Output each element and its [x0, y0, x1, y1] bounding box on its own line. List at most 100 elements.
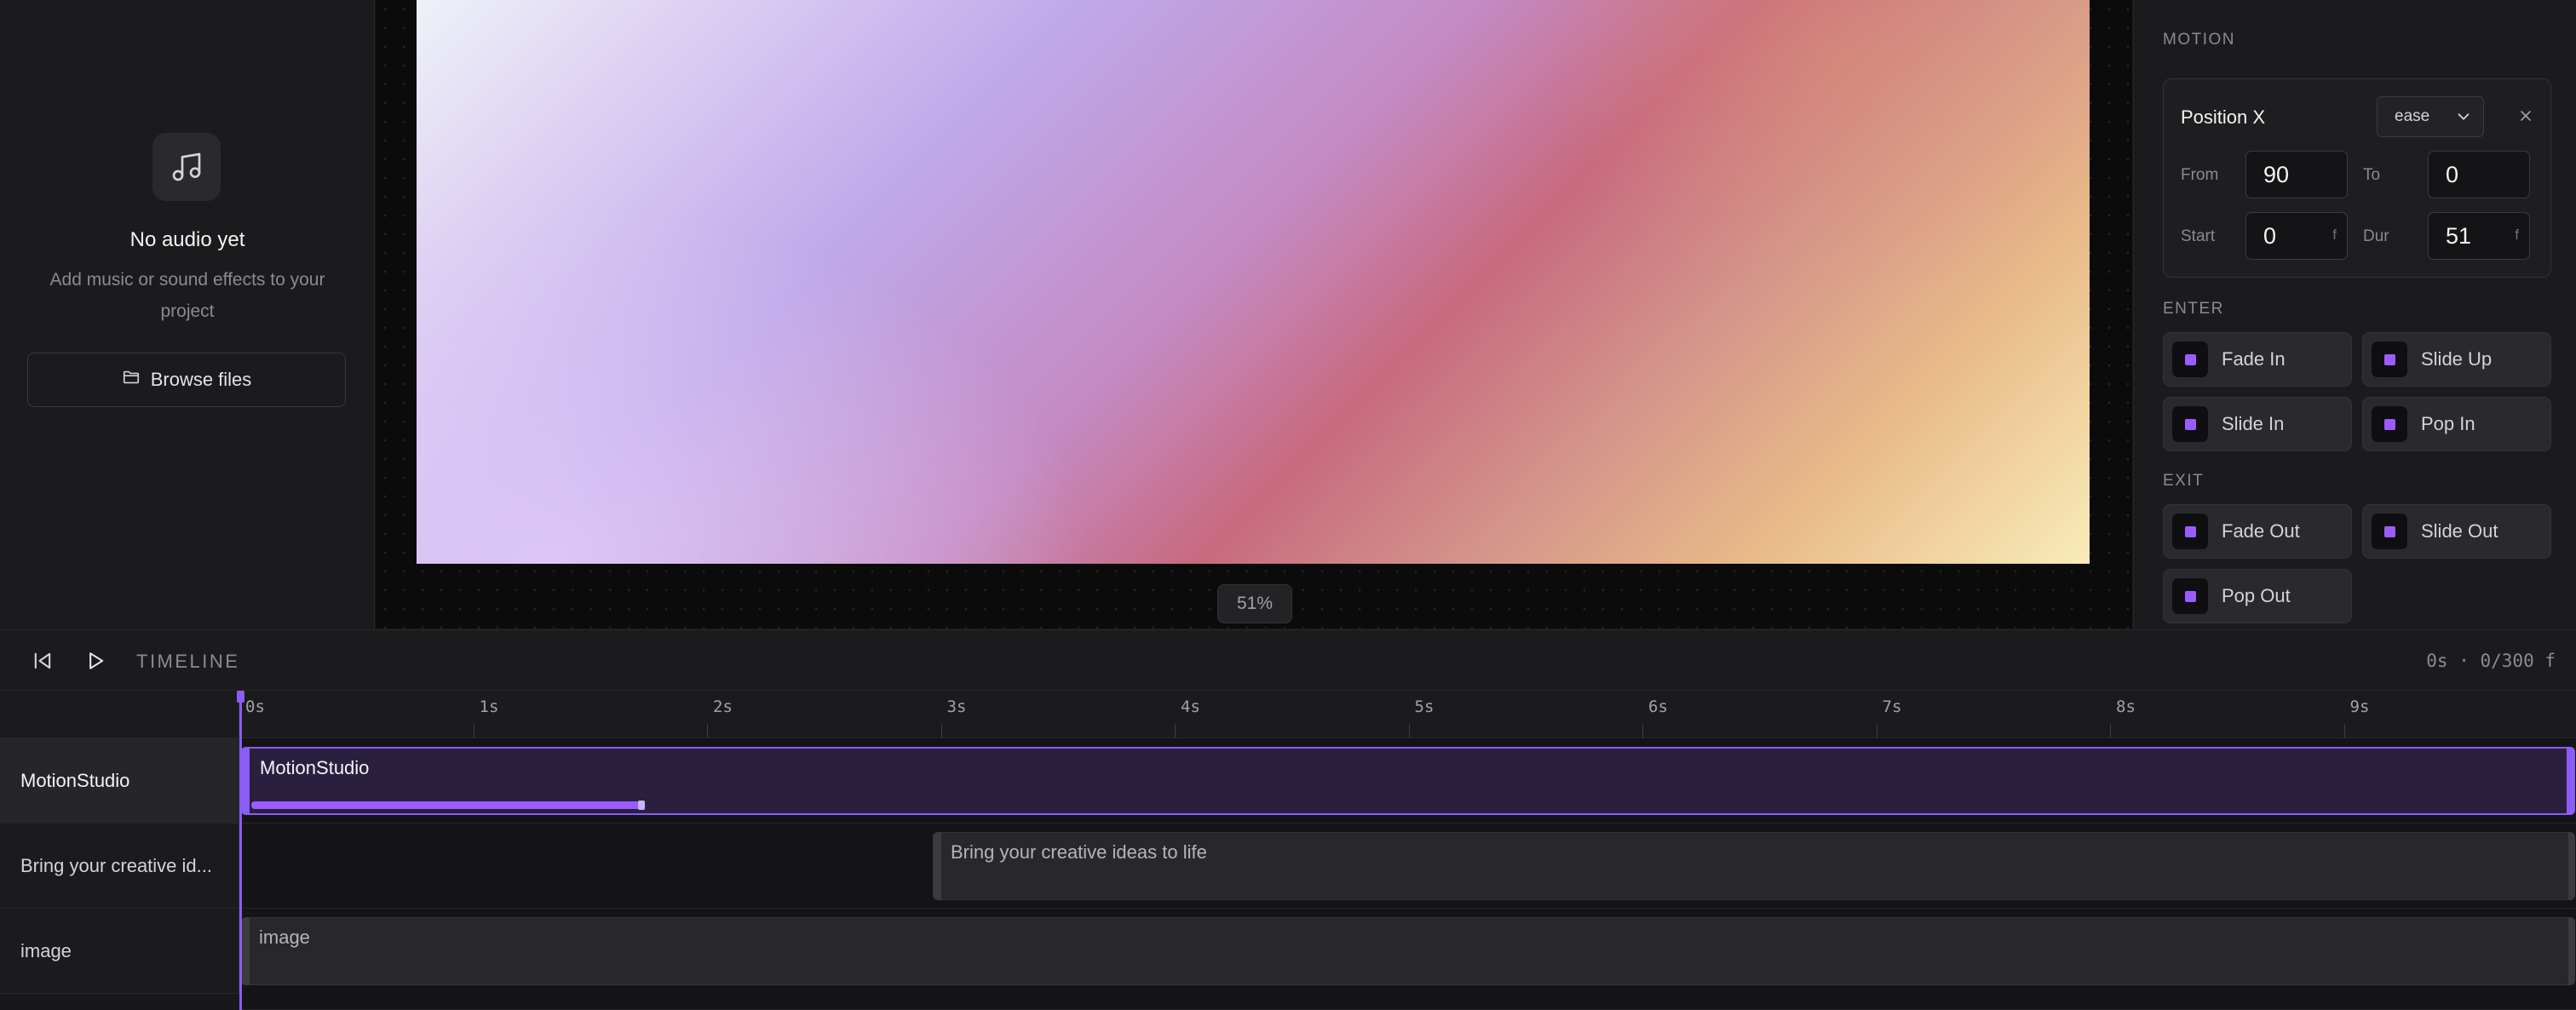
audio-panel: No audio yet Add music or sound effects …	[0, 0, 375, 628]
dur-input[interactable]: 51 f	[2428, 212, 2530, 260]
clip-label: Bring your creative ideas to life	[951, 841, 1207, 863]
ruler-tick-mark	[707, 724, 708, 737]
audio-empty-description: Add music or sound effects to your proje…	[49, 270, 325, 321]
preset-slide-out-button[interactable]: Slide Out	[2362, 504, 2551, 559]
preset-label: Slide Out	[2421, 520, 2498, 542]
time-ruler[interactable]: 0s 1s 2s 3s 4s 5s 6s 7s 8s 9s	[239, 691, 2576, 738]
video-preview[interactable]	[417, 0, 2090, 564]
preset-label: Slide In	[2222, 413, 2285, 434]
skip-back-icon[interactable]	[31, 649, 56, 674]
browse-files-label: Browse files	[150, 369, 252, 390]
preset-label: Fade Out	[2222, 520, 2300, 542]
preset-slide-in-button[interactable]: Slide In	[2163, 397, 2352, 451]
track-lane: image	[239, 909, 2576, 1010]
preset-swatch-icon	[2372, 406, 2407, 442]
preset-pop-out-button[interactable]: Pop Out	[2163, 569, 2352, 623]
track-label-motionstudio[interactable]: MotionStudio	[0, 738, 239, 823]
preset-label: Slide Up	[2421, 348, 2493, 370]
preset-swatch-icon	[2172, 578, 2208, 614]
to-value: 0	[2446, 161, 2459, 187]
clip-label: image	[259, 927, 310, 948]
track-label-image[interactable]: image	[0, 909, 239, 994]
ruler-tick: 3s	[946, 697, 967, 716]
play-icon[interactable]	[83, 649, 109, 674]
track-lane: Bring your creative ideas to life	[239, 823, 2576, 909]
start-label: Start	[2181, 227, 2216, 245]
chevron-down-icon	[2454, 107, 2473, 131]
ruler-tick-mark	[2343, 724, 2345, 737]
preset-fade-in-button[interactable]: Fade In	[2163, 332, 2352, 387]
clip-trim-handle-right[interactable]	[2568, 832, 2575, 900]
preset-swatch-icon	[2372, 514, 2407, 549]
from-label: From	[2181, 166, 2219, 184]
clip-trim-handle-left[interactable]	[241, 747, 250, 815]
ruler-tick: 5s	[1414, 697, 1435, 716]
animation-duration-bar[interactable]	[251, 801, 645, 810]
ruler-tick: 2s	[713, 697, 733, 716]
folder-icon	[122, 368, 141, 392]
ruler-tick-mark	[1175, 724, 1176, 737]
start-input[interactable]: 0 f	[2245, 212, 2348, 260]
ruler-tick: 6s	[1648, 697, 1668, 716]
preset-swatch-icon	[2172, 341, 2208, 377]
ruler-tick: 7s	[1882, 697, 1902, 716]
preset-label: Pop In	[2421, 413, 2475, 434]
preset-swatch-icon	[2172, 514, 2208, 549]
timeline-clip-motionstudio[interactable]: MotionStudio	[241, 747, 2575, 815]
start-value: 0	[2263, 222, 2277, 249]
timeline-clip-text[interactable]: Bring your creative ideas to life	[933, 832, 2575, 900]
close-icon[interactable]	[2513, 103, 2539, 129]
dur-value: 51	[2446, 222, 2472, 249]
property-name: Position X	[2181, 106, 2266, 128]
ruler-tick-mark	[940, 724, 942, 737]
ruler-tick: 1s	[479, 697, 499, 716]
track-lane: MotionStudio	[239, 738, 2576, 823]
ruler-tick-mark	[2110, 724, 2111, 737]
motion-property-card: Position X ease From 90 To 0 Start 0 f D…	[2163, 78, 2551, 278]
canvas-area: 51%	[376, 0, 2132, 628]
zoom-level-badge[interactable]: 51%	[1217, 584, 1292, 623]
motion-panel: MOTION Position X ease From 90 To 0 Star…	[2133, 0, 2576, 628]
exit-section-title: EXIT	[2163, 472, 2205, 490]
ruler-tick: 4s	[1181, 697, 1200, 716]
ruler-tick-mark	[1408, 724, 1410, 737]
track-label-text[interactable]: Bring your creative id...	[0, 823, 239, 909]
animation-end-handle[interactable]	[638, 801, 645, 810]
preset-swatch-icon	[2372, 341, 2407, 377]
preset-fade-out-button[interactable]: Fade Out	[2163, 504, 2352, 559]
browse-files-button[interactable]: Browse files	[27, 353, 346, 407]
playhead-handle[interactable]	[237, 691, 244, 703]
ruler-tick: 8s	[2116, 697, 2136, 716]
easing-value: ease	[2395, 107, 2430, 125]
clip-trim-handle-right[interactable]	[2568, 917, 2575, 985]
clip-trim-handle-left[interactable]	[933, 832, 941, 900]
timeline-clip-image[interactable]: image	[241, 917, 2575, 985]
timeline-header: TIMELINE 0s · 0/300 f	[0, 629, 2576, 691]
music-note-icon	[152, 133, 221, 201]
ruler-gutter	[0, 691, 239, 738]
dur-label: Dur	[2363, 227, 2389, 245]
clip-trim-handle-right[interactable]	[2567, 747, 2575, 815]
preset-slide-up-button[interactable]: Slide Up	[2362, 332, 2551, 387]
to-label: To	[2363, 166, 2381, 184]
dur-unit: f	[2515, 227, 2519, 243]
enter-section-title: ENTER	[2163, 300, 2224, 318]
clip-label: MotionStudio	[260, 757, 370, 778]
to-input[interactable]: 0	[2428, 151, 2530, 198]
timeline-title: TIMELINE	[136, 651, 240, 672]
preset-pop-in-button[interactable]: Pop In	[2362, 397, 2551, 451]
preset-swatch-icon	[2172, 406, 2208, 442]
preset-label: Fade In	[2222, 348, 2286, 370]
easing-select[interactable]: ease	[2377, 96, 2484, 137]
ruler-tick: 9s	[2349, 697, 2370, 716]
clip-trim-handle-left[interactable]	[241, 917, 250, 985]
start-unit: f	[2332, 227, 2337, 243]
preset-label: Pop Out	[2222, 585, 2291, 606]
playhead[interactable]	[239, 691, 242, 1010]
time-readout: 0s · 0/300 f	[2426, 651, 2556, 671]
from-input[interactable]: 90	[2245, 151, 2348, 198]
ruler-tick-mark	[1642, 724, 1643, 737]
preview-gradient-overlay-warm	[417, 0, 2090, 564]
motion-section-title: MOTION	[2163, 31, 2235, 49]
from-value: 90	[2263, 161, 2290, 187]
